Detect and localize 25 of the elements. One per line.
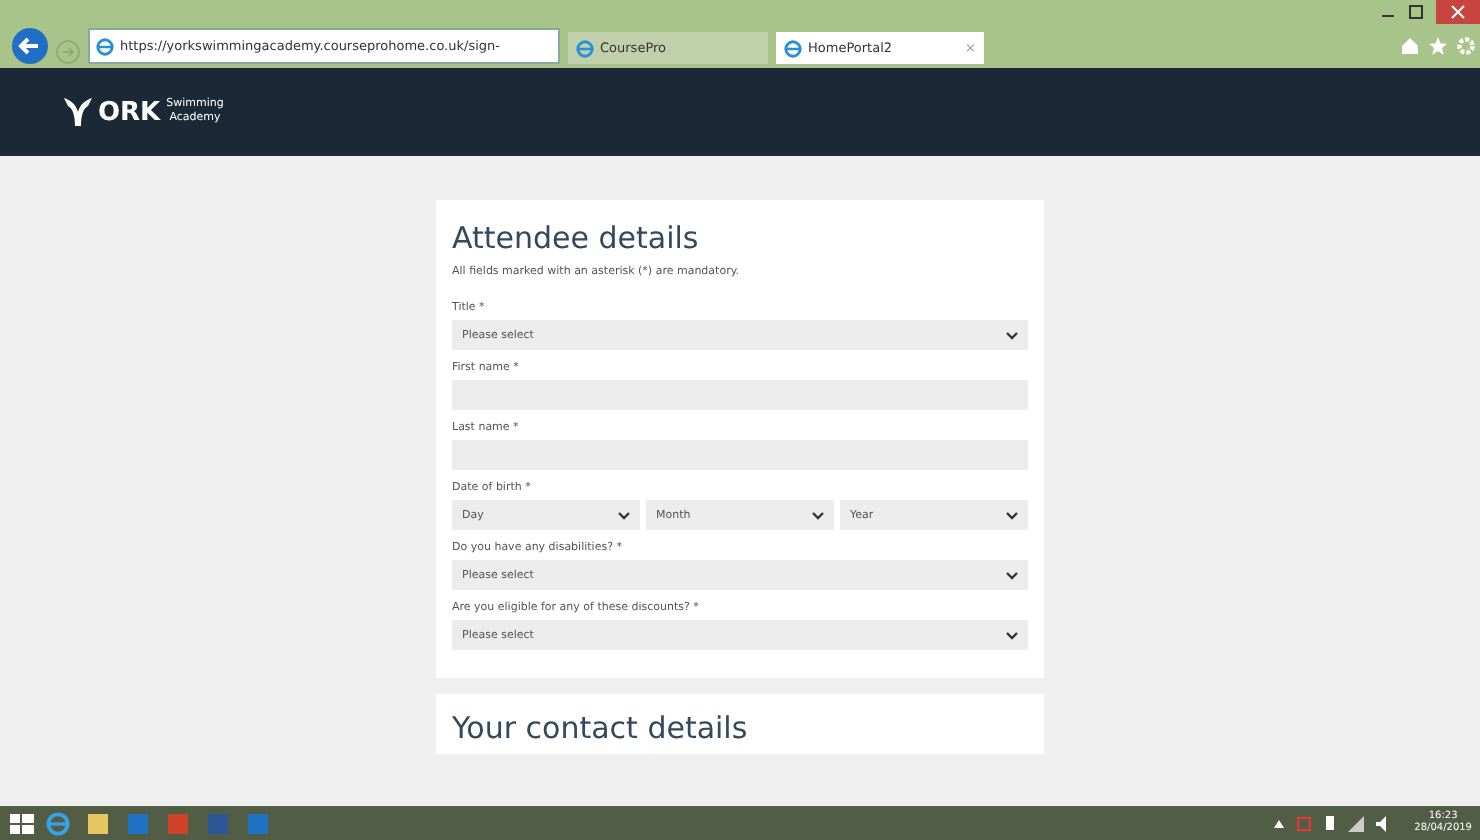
speaker-icon[interactable] <box>1376 815 1391 831</box>
chevron-down-icon <box>1006 511 1018 519</box>
chevron-down-icon <box>1006 331 1018 339</box>
start-icon[interactable] <box>8 811 36 835</box>
settings-icon[interactable] <box>1456 36 1476 56</box>
restore-icon[interactable] <box>1408 4 1424 20</box>
star-icon[interactable] <box>1428 36 1448 56</box>
battery-icon[interactable] <box>1324 814 1337 832</box>
chevron-down-icon <box>618 511 630 519</box>
close-icon[interactable] <box>1436 0 1480 24</box>
whale-tail-icon <box>64 96 92 128</box>
caret-up-icon[interactable] <box>1274 819 1285 827</box>
form-title: Attendee details <box>452 220 701 256</box>
browser-logo-icon <box>784 39 802 57</box>
section-title: Your contact details <box>452 710 750 746</box>
forward-icon[interactable] <box>56 40 80 64</box>
browser-logo-icon <box>576 39 594 57</box>
chevron-down-icon <box>1006 631 1018 639</box>
chevron-down-icon <box>812 511 824 519</box>
chevron-down-icon <box>1006 571 1018 579</box>
signal-icon[interactable] <box>1348 815 1365 831</box>
logo-text: ORK <box>98 97 161 127</box>
browser-logo-icon <box>96 37 114 55</box>
back-icon[interactable] <box>12 28 48 64</box>
home-icon[interactable] <box>1400 36 1420 56</box>
